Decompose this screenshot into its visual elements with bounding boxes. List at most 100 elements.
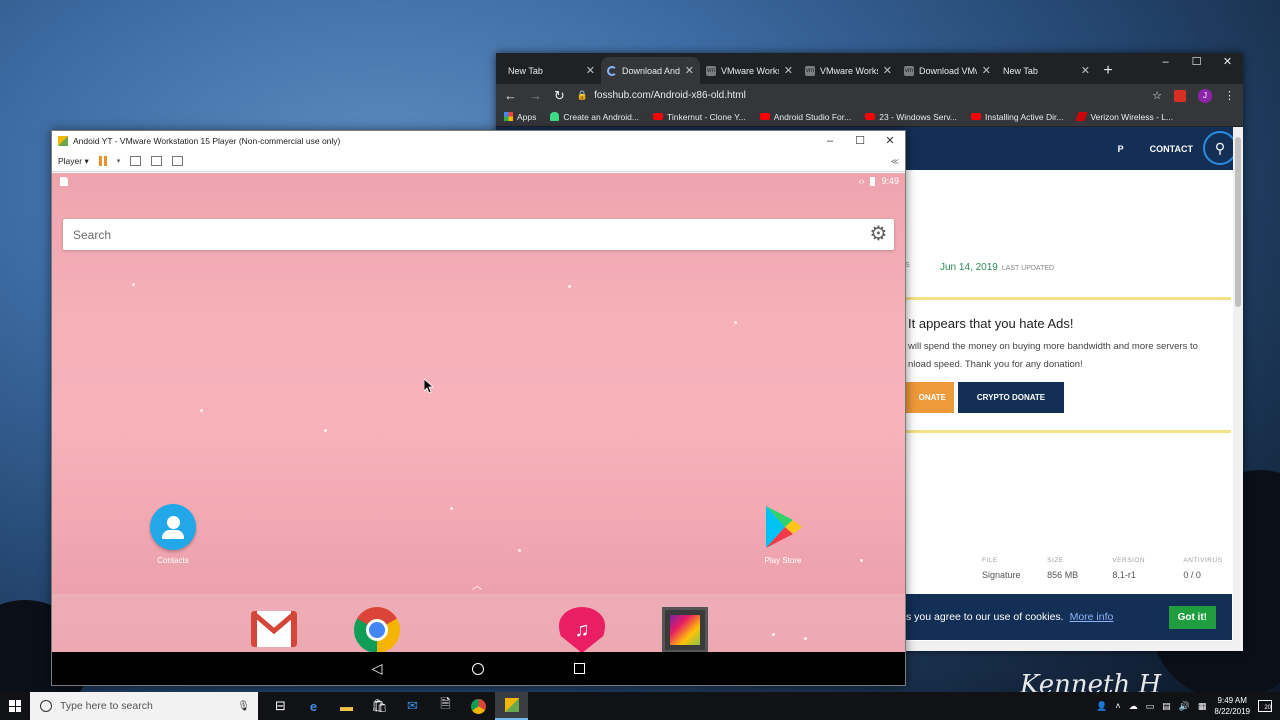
android-home-screen[interactable]: ‹› 9:49 Search ⚙ Contacts Play Store ︿ ♫… — [52, 173, 905, 685]
document-icon[interactable]: 🗎 — [429, 692, 462, 720]
network-icon[interactable]: ▤ — [1162, 701, 1171, 712]
usb-icon[interactable]: ▭ — [1146, 701, 1155, 712]
gear-icon[interactable]: ⚙ — [869, 224, 888, 244]
bookmark-label: Tinkernut - Clone Y... — [666, 111, 746, 122]
minimize-icon[interactable]: – — [815, 131, 845, 151]
bookmark-verizon[interactable]: Verizon Wireless - L... — [1075, 112, 1173, 122]
bookmark-tinkernut[interactable]: Tinkernut - Clone Y... — [652, 111, 746, 122]
store-icon[interactable]: 🛍 — [363, 692, 396, 720]
wallpaper-sparkle — [860, 559, 863, 562]
wallpaper-sparkle — [568, 285, 571, 288]
new-tab-plus-icon[interactable]: + — [1096, 57, 1120, 84]
cookie-more-info-link[interactable]: More info — [1070, 611, 1114, 623]
microphone-icon[interactable]: 🎙 — [237, 701, 250, 712]
bookmark-windows-server[interactable]: 23 - Windows Serv... — [865, 112, 957, 122]
mail-icon[interactable]: ✉ — [396, 692, 429, 720]
file-explorer-icon[interactable]: ▬ — [330, 692, 363, 720]
cookie-got-it-button[interactable]: Got it! — [1168, 605, 1216, 629]
chrome-tab-new-tab-2[interactable]: New Tab ✕ — [997, 57, 1096, 84]
back-arrow-icon[interactable]: ← — [504, 88, 517, 103]
android-search-bar[interactable]: Search ⚙ — [63, 219, 894, 250]
address-bar[interactable]: 🔒 fosshub.com/Android-x86-old.html — [577, 90, 1140, 101]
taskbar-clock[interactable]: 9:49 AM 8/22/2019 — [1214, 695, 1250, 717]
player-menu[interactable]: Player ▾ — [58, 156, 89, 167]
forward-arrow-icon[interactable]: → — [529, 88, 542, 103]
maximize-icon[interactable]: ☐ — [1181, 53, 1212, 73]
vmware-taskbar-icon[interactable] — [495, 692, 528, 720]
vmware-logo-icon — [58, 136, 68, 146]
extension-icon[interactable] — [1174, 89, 1186, 102]
youtube-icon — [971, 113, 982, 120]
bookmark-android-studio[interactable]: Android Studio For... — [759, 112, 851, 122]
music-icon[interactable]: ♫ — [559, 607, 605, 653]
cell-file[interactable]: Signature — [982, 570, 1047, 580]
close-icon[interactable]: ✕ — [784, 64, 793, 77]
ads-text-line-1: will spend the money on buying more band… — [908, 341, 1198, 352]
close-icon[interactable]: ✕ — [586, 64, 595, 77]
bookmark-star-icon[interactable]: ☆ — [1152, 89, 1162, 102]
chrome-menu-icon[interactable]: ⋮ — [1224, 89, 1235, 102]
chrome-tab-vmware-1[interactable]: vm VMware Works ✕ — [700, 57, 799, 84]
system-tray: 👤 ˄ ☁ ▭ ▤ 🔊 ▦ 9:49 AM 8/22/2019 20 — [1096, 695, 1280, 717]
tab-label: VMware Works — [820, 65, 878, 76]
notification-center-icon[interactable]: 20 — [1258, 700, 1272, 712]
start-button[interactable] — [0, 692, 30, 720]
close-icon[interactable]: ✕ — [982, 64, 991, 77]
bookmark-create-android[interactable]: Create an Android... — [550, 112, 639, 122]
close-icon[interactable]: ✕ — [1081, 64, 1090, 77]
collapse-toolbar-icon[interactable]: ≪ — [891, 157, 899, 166]
nav-item-contact[interactable]: CONTACT — [1150, 144, 1193, 154]
chrome-tab-vmware-2[interactable]: vm VMware Works ✕ — [799, 57, 898, 84]
ads-donation-box: It appears that you hate Ads! will spend… — [896, 297, 1231, 433]
pause-icon[interactable] — [98, 156, 107, 166]
profile-avatar[interactable]: J — [1198, 88, 1212, 103]
chrome-tab-download-vmware[interactable]: vm Download VMw ✕ — [898, 57, 997, 84]
address-url[interactable]: fosshub.com/Android-x86-old.html — [594, 90, 746, 101]
unity-mode-icon[interactable] — [172, 156, 184, 166]
page-scrollbar[interactable] — [1233, 127, 1243, 651]
home-icon[interactable] — [472, 662, 485, 675]
gmail-icon[interactable] — [251, 611, 297, 647]
chevron-down-icon[interactable]: ▾ — [117, 157, 121, 165]
close-icon[interactable]: ✕ — [883, 64, 892, 77]
reload-icon[interactable]: ↻ — [554, 88, 565, 104]
volume-icon[interactable]: 🔊 — [1179, 701, 1190, 712]
close-icon[interactable]: ✕ — [685, 64, 694, 77]
fit-guest-icon[interactable] — [151, 156, 163, 166]
taskbar-search-box[interactable]: Type here to search 🎙 — [30, 692, 258, 720]
close-icon[interactable]: ✕ — [1212, 53, 1243, 73]
nav-item-partial[interactable]: P — [1118, 144, 1124, 154]
scrollbar-thumb[interactable] — [1235, 137, 1241, 307]
wallpaper-sparkle — [132, 283, 135, 286]
android-navigation-bar: ◁ — [52, 652, 905, 685]
bookmark-apps[interactable]: Apps — [504, 112, 536, 122]
chrome-tab-new-tab-1[interactable]: New Tab ✕ — [502, 57, 601, 84]
maximize-icon[interactable]: ☐ — [845, 131, 875, 151]
app-play-store[interactable]: Play Store — [748, 504, 818, 565]
task-view-icon[interactable]: ⊟ — [264, 692, 297, 720]
recents-icon[interactable] — [574, 663, 586, 674]
chevron-up-icon[interactable]: ˄ — [1115, 701, 1120, 711]
cortana-icon — [40, 700, 52, 712]
people-icon[interactable]: 👤 — [1096, 701, 1107, 712]
onedrive-icon[interactable]: ☁ — [1129, 701, 1138, 712]
minimize-icon[interactable]: – — [1150, 53, 1181, 73]
edge-icon[interactable]: e — [297, 692, 330, 720]
back-icon[interactable]: ◁ — [372, 660, 383, 677]
gallery-icon[interactable] — [662, 607, 708, 653]
keyboard-icon[interactable]: ▦ — [1198, 701, 1207, 712]
page-scrollbar-horizontal[interactable] — [896, 641, 1233, 651]
chrome-tab-download-android[interactable]: Download Andr ✕ — [601, 57, 700, 84]
app-drawer-chevron-up-icon[interactable]: ︿ — [472, 577, 482, 592]
vmware-toolbar: Player ▾ ▾ ≪ — [52, 151, 905, 172]
close-icon[interactable]: ✕ — [875, 131, 905, 151]
send-ctrl-alt-del-icon[interactable] — [130, 156, 142, 166]
app-contacts[interactable]: Contacts — [138, 504, 208, 565]
chrome-taskbar-icon[interactable] — [462, 692, 495, 720]
site-search-icon[interactable]: ⚲ — [1203, 131, 1237, 165]
crypto-donate-button[interactable]: CRYPTO DONATE — [958, 382, 1064, 413]
chrome-icon[interactable] — [354, 607, 400, 653]
taskbar-apps: ⊟ e ▬ 🛍 ✉ 🗎 — [264, 692, 528, 720]
bookmark-active-directory[interactable]: Installing Active Dir... — [971, 112, 1063, 122]
chrome-toolbar: ← → ↻ 🔒 fosshub.com/Android-x86-old.html… — [496, 84, 1243, 107]
